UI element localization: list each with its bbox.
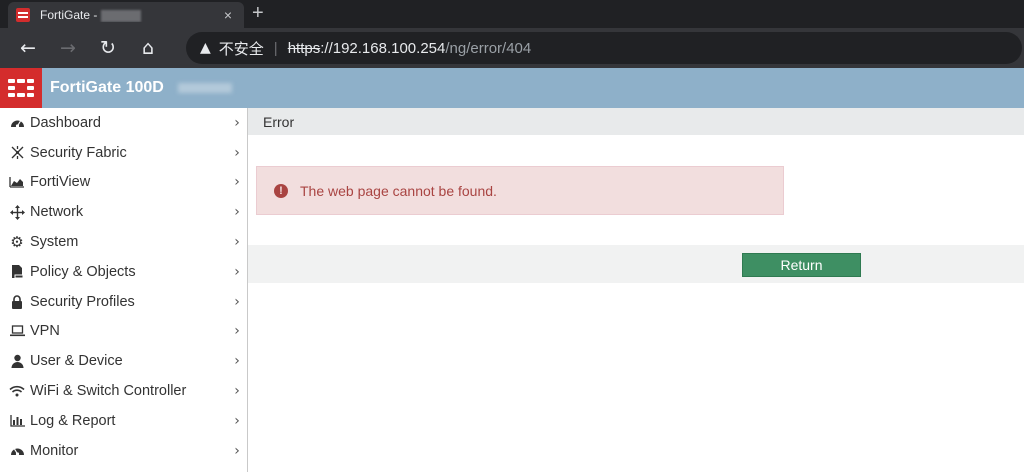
sidebar-item-log-report[interactable]: Log & Report › [0, 406, 247, 436]
security-fabric-icon [8, 145, 26, 161]
bar-chart-icon [8, 413, 26, 429]
sidebar-item-wifi-switch[interactable]: WiFi & Switch Controller › [0, 376, 247, 406]
sidebar-item-label: VPN [30, 323, 60, 340]
sidebar-item-fortiview[interactable]: FortiView › [0, 168, 247, 198]
url-path: /ng/error/404 [445, 39, 532, 57]
home-icon[interactable]: ⌂ [128, 37, 168, 59]
policy-document-icon [8, 264, 26, 280]
sidebar-item-label: Network [30, 204, 84, 221]
sidebar-item-label: System [30, 234, 79, 251]
sidebar-item-monitor[interactable]: Monitor › [0, 436, 247, 466]
browser-tab[interactable]: FortiGate - × [8, 2, 244, 28]
redacted-hostname [101, 9, 142, 22]
reload-icon[interactable]: ↻ [88, 37, 128, 59]
chevron-right-icon: › [234, 204, 240, 221]
device-title: FortiGate 100D [50, 79, 164, 96]
redacted-hostname [177, 83, 232, 93]
not-secure-label: 不安全 [218, 40, 264, 58]
dashboard-icon [8, 115, 26, 131]
sidebar-item-network[interactable]: Network › [0, 197, 247, 227]
chevron-right-icon: › [234, 442, 240, 459]
fortigate-favicon-icon [16, 8, 30, 22]
laptop-icon [8, 323, 26, 339]
sidebar-item-dashboard[interactable]: Dashboard › [0, 108, 247, 138]
sidebar-item-security-profiles[interactable]: Security Profiles › [0, 287, 247, 317]
fortinet-logo-icon[interactable] [0, 68, 42, 108]
url-host: ://192.168.100.254 [320, 39, 446, 57]
sidebar-item-label: User & Device [30, 353, 123, 370]
main-content: Error ! The web page cannot be found. Re… [248, 108, 1024, 472]
new-tab-button[interactable]: + [252, 3, 264, 23]
sidebar-item-label: Security Fabric [30, 144, 127, 161]
chevron-right-icon: › [234, 114, 240, 131]
action-bar: Return [248, 245, 1024, 283]
chevron-right-icon: › [234, 412, 240, 429]
sidebar-item-label: FortiView [30, 174, 91, 191]
sidebar-item-user-device[interactable]: User & Device › [0, 346, 247, 376]
back-arrow-icon[interactable]: ← [8, 37, 48, 59]
tab-close-icon[interactable]: × [220, 7, 236, 23]
network-arrows-icon [8, 204, 26, 220]
tab-title: FortiGate - [40, 8, 220, 22]
address-bar[interactable]: ▲ 不安全 | https ://192.168.100.254 /ng/err… [186, 32, 1022, 64]
sidebar-item-label: Policy & Objects [30, 263, 136, 280]
chevron-right-icon: › [234, 174, 240, 191]
chevron-right-icon: › [234, 323, 240, 340]
address-separator: | [273, 39, 278, 57]
browser-nav-bar: ← → ↻ ⌂ ▲ 不安全 | https ://192.168.100.254… [0, 28, 1024, 68]
lock-icon [8, 294, 26, 310]
sidebar-item-policy-objects[interactable]: Policy & Objects › [0, 257, 247, 287]
chevron-right-icon: › [234, 263, 240, 280]
user-icon [8, 353, 26, 369]
chevron-right-icon: › [234, 293, 240, 310]
gear-icon: ⚙ [10, 233, 24, 252]
error-alert: ! The web page cannot be found. [256, 166, 784, 215]
chevron-right-icon: › [234, 353, 240, 370]
sidebar-item-label: WiFi & Switch Controller [30, 383, 187, 400]
chevron-right-icon: › [234, 234, 240, 251]
wifi-icon [8, 383, 26, 399]
chevron-right-icon: › [234, 144, 240, 161]
app-header: FortiGate 100D [0, 68, 1024, 108]
sidebar-item-system[interactable]: ⚙ System › [0, 227, 247, 257]
sidebar-item-label: Dashboard [30, 114, 101, 131]
sidebar-item-label: Security Profiles [30, 293, 135, 310]
page-title: Error [248, 108, 1024, 135]
error-message: The web page cannot be found. [300, 182, 497, 199]
chevron-right-icon: › [234, 383, 240, 400]
fortiview-chart-icon [8, 174, 26, 190]
url-scheme: https [287, 39, 321, 57]
sidebar-nav: Dashboard › Security Fabric › FortiView … [0, 108, 248, 472]
forward-arrow-icon[interactable]: → [48, 37, 88, 59]
browser-tab-strip: FortiGate - × + [0, 0, 1024, 28]
return-button[interactable]: Return [742, 253, 861, 277]
sidebar-item-security-fabric[interactable]: Security Fabric › [0, 138, 247, 168]
sidebar-item-label: Monitor [30, 442, 79, 459]
exclamation-circle-icon: ! [274, 183, 288, 198]
sidebar-item-vpn[interactable]: VPN › [0, 317, 247, 347]
warning-triangle-icon: ▲ [200, 40, 211, 56]
sidebar-item-label: Log & Report [30, 412, 116, 429]
monitor-gauge-icon [8, 443, 26, 459]
